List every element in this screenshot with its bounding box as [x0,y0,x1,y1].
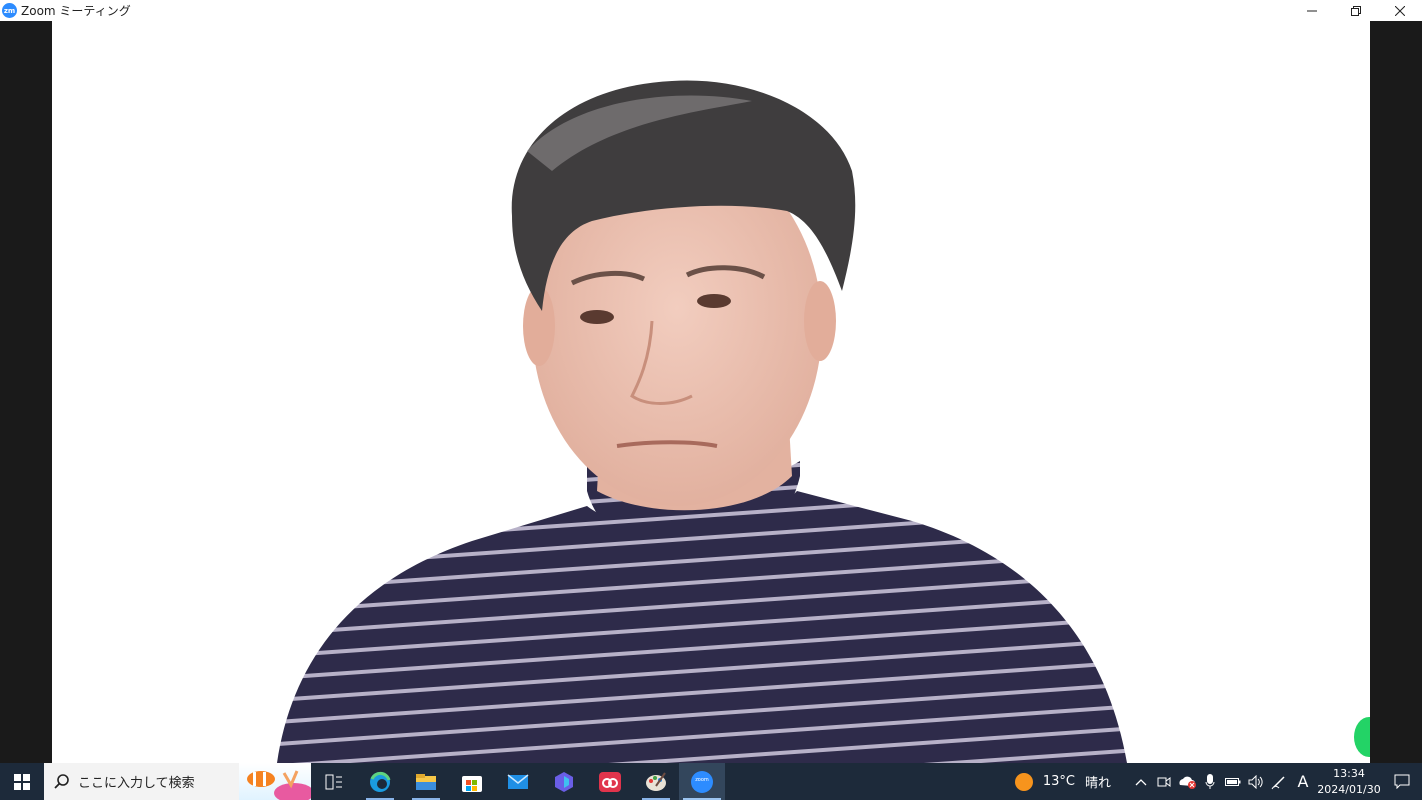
meet-now-button[interactable] [1152,763,1175,800]
creative-cloud-button[interactable] [587,763,633,800]
file-explorer-button[interactable] [403,763,449,800]
search-placeholder: ここに入力して検索 [78,776,195,791]
restore-button[interactable] [1334,0,1378,21]
microphone-icon [1205,773,1214,789]
pen-icon [1271,775,1285,789]
taskbar: ここに入力して検索 zoom 13°C 晴れ A 13:34 2024/01/3… [0,763,1422,800]
minimize-button[interactable] [1290,0,1334,21]
clock-time: 13:34 [1333,766,1365,780]
notification-icon [1394,774,1410,789]
search-highlight-image [239,763,311,800]
zoom-button[interactable]: zoom [679,763,725,800]
paint-icon [646,771,666,791]
battery-button[interactable] [1221,763,1244,800]
close-button[interactable] [1378,0,1422,21]
show-hidden-icons-button[interactable] [1129,763,1152,800]
edge-button[interactable] [357,763,403,800]
taskbar-search-box[interactable]: ここに入力して検索 [44,763,311,800]
window-title: Zoom ミーティング [21,4,131,18]
minimize-icon [1307,10,1317,11]
speaker-icon [1248,774,1263,789]
ime-indicator[interactable]: A [1290,772,1316,791]
participant-video[interactable] [52,21,1370,763]
taskbar-clock[interactable]: 13:34 2024/01/30 [1316,766,1382,798]
search-icon [54,773,70,790]
mail-icon [507,773,529,789]
file-explorer-icon [416,773,436,790]
video-camera-icon [1157,776,1170,787]
mail-button[interactable] [495,763,541,800]
close-icon [1395,5,1405,16]
title-bar: zm Zoom ミーティング [0,0,1422,21]
start-button[interactable] [0,763,44,800]
windows-logo-icon [14,773,30,790]
paint-button[interactable] [633,763,679,800]
sun-icon [1014,772,1033,791]
volume-button[interactable] [1244,763,1267,800]
creative-cloud-icon [599,771,621,792]
chevron-up-icon [1135,778,1146,785]
microphone-button[interactable] [1198,763,1221,800]
microsoft-store-button[interactable] [449,763,495,800]
copilot-button[interactable] [541,763,587,800]
weather-condition: 晴れ [1084,776,1111,791]
weather-temp: 13°C [1042,774,1075,789]
onedrive-button[interactable] [1175,763,1198,800]
task-view-icon [325,774,342,789]
window-controls [1290,0,1422,21]
task-view-button[interactable] [311,763,357,800]
cloud-error-icon [1178,776,1196,789]
copilot-icon [555,771,573,792]
zoom-window: zm Zoom ミーティング ここに入力して検索 zoom 13°C 晴れ A … [0,0,1422,800]
edge-icon [370,771,391,792]
notification-center-button[interactable] [1382,763,1422,800]
battery-icon [1224,777,1240,786]
microsoft-store-icon [462,775,482,792]
clock-date: 2024/01/30 [1317,782,1381,796]
pen-button[interactable] [1267,763,1290,800]
participant-video-image [277,80,1127,763]
system-tray: 13°C 晴れ A 13:34 2024/01/30 [1014,763,1422,800]
zoom-logo-icon: zm [2,3,17,18]
weather-widget[interactable]: 13°C 晴れ [1014,772,1111,791]
zoom-icon-label: zoom [695,777,709,783]
restore-icon [1351,5,1361,16]
meeting-video-area [0,21,1422,763]
